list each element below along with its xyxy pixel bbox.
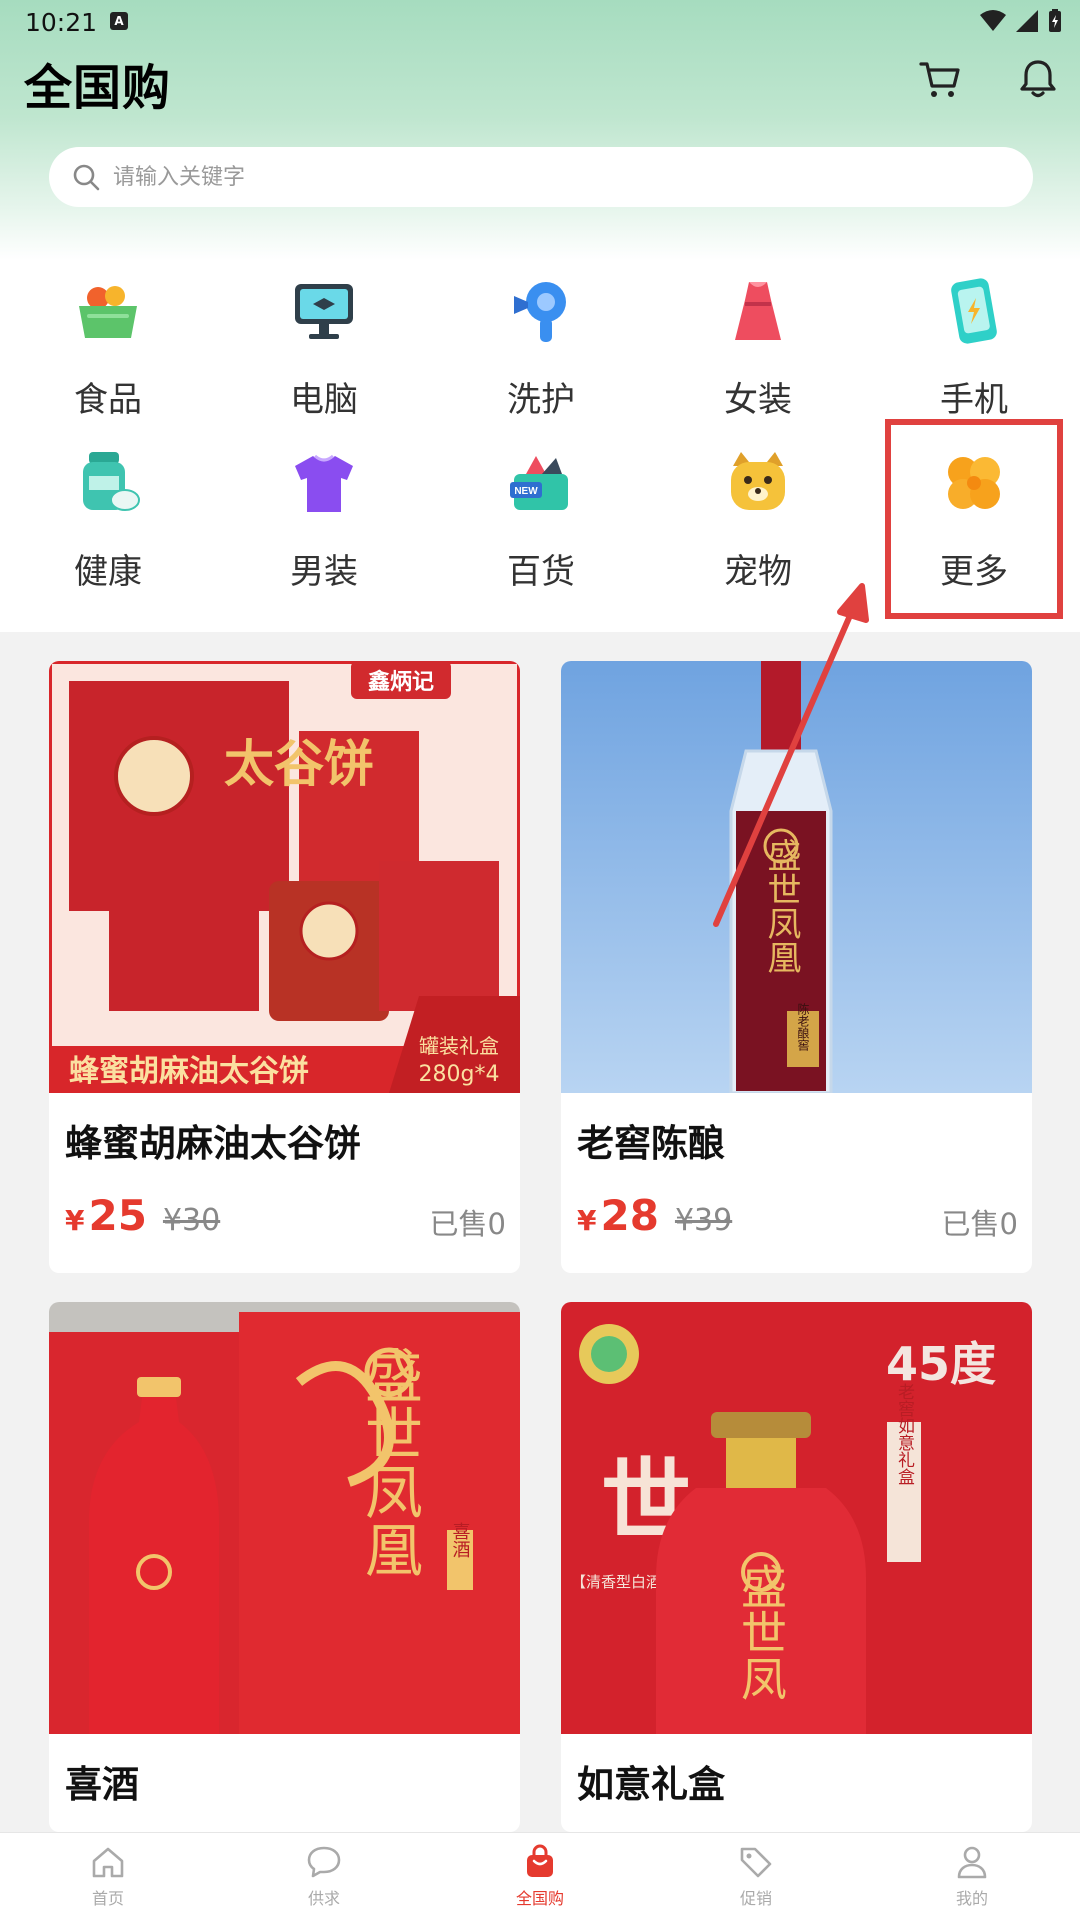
product-card[interactable]: 45度 世 老窖如意礼盒 【清香型白酒】 盛世凤 如意礼盒 <box>561 1302 1032 1832</box>
category-label: 食品 <box>74 380 142 420</box>
nav-home[interactable]: 首页 <box>0 1833 216 1920</box>
search-box[interactable] <box>49 147 1033 207</box>
product-image-brand-text: 鑫炳记 <box>368 669 434 695</box>
shopping-bag-icon <box>527 1844 553 1877</box>
status-icons <box>980 8 1062 34</box>
sold-count: 已售0 <box>941 1207 1018 1241</box>
nav-mine[interactable]: 我的 <box>864 1833 1080 1920</box>
product-image-tag-line1: 罐装礼盒 <box>419 1034 499 1058</box>
category-label: 男装 <box>290 552 358 592</box>
tshirt-icon <box>289 448 359 518</box>
product-image: 盛世凤凰 陈老酿窖 <box>561 661 1032 1093</box>
product-image-label-text: 盛世凤凰 <box>355 1346 423 1578</box>
nav-national-shop[interactable]: 全国购 <box>432 1833 648 1920</box>
category-label: 女装 <box>724 380 792 420</box>
notification-a-icon: A <box>110 12 128 30</box>
home-icon <box>92 1847 124 1878</box>
category-pets[interactable]: 宠物 <box>683 440 833 600</box>
price-symbol: ¥ <box>577 1204 597 1237</box>
status-time: 10:21 <box>25 8 98 37</box>
product-card[interactable]: 盛世凤凰 陈老酿窖 老窖陈酿 ¥ 28 ¥39 已售0 <box>561 661 1032 1273</box>
product-card[interactable]: 盛世凤凰 喜酒 喜酒 <box>49 1302 520 1832</box>
nav-label: 全国购 <box>515 1889 564 1908</box>
product-title: 如意礼盒 <box>577 1763 725 1806</box>
product-title: 喜酒 <box>65 1763 139 1806</box>
category-computer[interactable]: 电脑 <box>249 268 399 428</box>
tag-icon <box>740 1847 772 1878</box>
gift-box-icon: NEW <box>506 448 576 518</box>
category-label: 健康 <box>74 552 142 592</box>
category-women[interactable]: 女装 <box>683 268 833 428</box>
category-label: 宠物 <box>724 552 792 592</box>
status-bar: 10:21 A <box>0 0 1080 44</box>
svg-text:NEW: NEW <box>514 486 538 497</box>
search-icon <box>73 164 100 191</box>
product-card[interactable]: 太谷饼 鑫炳记 蜂蜜胡麻油太谷饼 罐装礼盒 280g*4 蜂蜜胡麻油太谷饼 ¥ … <box>49 661 520 1273</box>
original-price: ¥30 <box>162 1203 221 1238</box>
price-row: ¥ 25 ¥30 <box>65 1191 220 1240</box>
price-symbol: ¥ <box>65 1204 85 1237</box>
dress-icon <box>723 276 793 346</box>
page-title: 全国购 <box>24 60 172 116</box>
category-label: 电脑 <box>290 380 358 420</box>
sold-count: 已售0 <box>429 1207 506 1241</box>
bell-icon[interactable] <box>1016 57 1060 101</box>
category-men[interactable]: 男装 <box>249 440 399 600</box>
product-image: 盛世凤凰 喜酒 <box>49 1302 520 1734</box>
category-food[interactable]: 食品 <box>33 268 183 428</box>
nav-label: 首页 <box>91 1889 124 1908</box>
grocery-basket-icon <box>73 276 143 346</box>
person-icon <box>957 1846 987 1879</box>
signal-icon <box>1016 10 1038 32</box>
dog-face-icon <box>723 448 793 518</box>
nav-label: 供求 <box>307 1889 340 1908</box>
category-label: 百货 <box>507 552 575 592</box>
product-image-banner-text: 蜂蜜胡麻油太谷饼 <box>69 1054 309 1089</box>
product-image-label-text: 盛世凤凰 <box>761 838 801 974</box>
hair-dryer-icon <box>506 276 576 346</box>
price-value: 25 <box>88 1191 147 1240</box>
product-image-side-text: 老窖如意礼盒 <box>894 1383 915 1485</box>
product-title: 老窖陈酿 <box>577 1122 725 1165</box>
nav-supply[interactable]: 供求 <box>216 1833 432 1920</box>
original-price: ¥39 <box>674 1203 733 1238</box>
product-image: 45度 世 老窖如意礼盒 【清香型白酒】 盛世凤 <box>561 1302 1032 1734</box>
pill-bottle-icon <box>73 448 143 518</box>
highlight-box <box>885 419 1063 619</box>
nav-label: 促销 <box>739 1889 772 1908</box>
phone-icon <box>939 276 1009 346</box>
nav-label: 我的 <box>955 1889 988 1908</box>
category-health[interactable]: 健康 <box>33 440 183 600</box>
price-value: 28 <box>600 1191 659 1240</box>
category-label: 洗护 <box>507 380 575 420</box>
product-image-seal-text: 陈老酿窖 <box>796 1002 810 1052</box>
product-image-side-text: 喜酒 <box>450 1522 471 1558</box>
wifi-icon <box>980 10 1006 31</box>
product-image-product-text: 太谷饼 <box>224 734 374 793</box>
category-general[interactable]: NEW 百货 <box>466 440 616 600</box>
bottom-nav: 首页 供求 全国购 促销 我的 <box>0 1832 1080 1920</box>
search-input[interactable] <box>113 164 993 190</box>
monitor-icon <box>289 276 359 346</box>
product-image-tag-line2: 280g*4 <box>419 1062 500 1087</box>
category-phone[interactable]: 手机 <box>899 268 1049 428</box>
category-care[interactable]: 洗护 <box>466 268 616 428</box>
battery-icon <box>1049 9 1061 32</box>
product-image-label-text: 盛世凤 <box>734 1563 788 1701</box>
price-row: ¥ 28 ¥39 <box>577 1191 732 1240</box>
category-label: 手机 <box>940 380 1008 420</box>
header: 10:21 A 全国购 <box>0 0 1080 260</box>
nav-promotion[interactable]: 促销 <box>648 1833 864 1920</box>
chat-bubble-icon <box>307 1846 341 1878</box>
product-image: 太谷饼 鑫炳记 蜂蜜胡麻油太谷饼 罐装礼盒 280g*4 <box>49 661 520 1093</box>
cart-icon[interactable] <box>918 57 962 101</box>
product-title: 蜂蜜胡麻油太谷饼 <box>65 1122 361 1165</box>
